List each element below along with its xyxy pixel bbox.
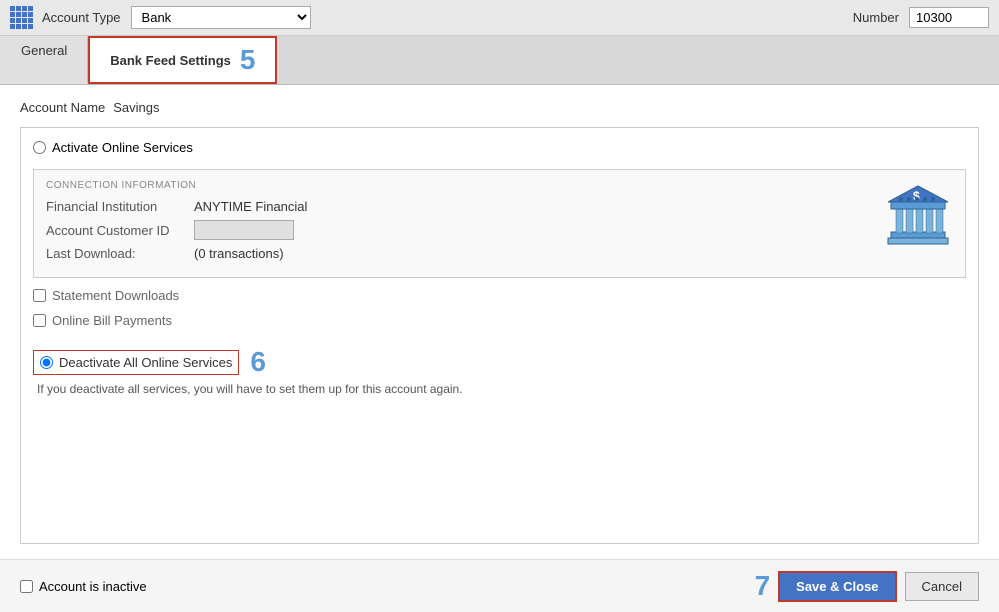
connection-info-left: CONNECTION INFORMATION Financial Institu… <box>46 180 883 267</box>
customer-id-input[interactable] <box>194 220 294 240</box>
account-inactive-label[interactable]: Account is inactive <box>39 579 147 594</box>
activate-radio-row: Activate Online Services <box>33 140 966 155</box>
number-input[interactable] <box>909 7 989 28</box>
customer-id-label: Account Customer ID <box>46 223 186 238</box>
activate-label[interactable]: Activate Online Services <box>52 140 193 155</box>
deactivate-radio-row: Deactivate All Online Services <box>33 350 239 375</box>
account-name-row: Account Name Savings <box>20 100 979 115</box>
last-download-label: Last Download: <box>46 246 186 261</box>
institution-value: ANYTIME Financial <box>194 199 307 214</box>
number-label: Number <box>853 10 899 25</box>
tabs-bar: General Bank Feed Settings 5 <box>0 36 999 85</box>
online-bill-payments-checkbox[interactable] <box>33 314 46 327</box>
title-bar: Account Type Bank Number <box>0 0 999 36</box>
financial-institution-row: Financial Institution ANYTIME Financial <box>46 199 883 214</box>
account-inactive-row: Account is inactive <box>20 579 745 594</box>
statement-downloads-checkbox[interactable] <box>33 289 46 302</box>
tab-bank-feed[interactable]: Bank Feed Settings 5 <box>88 36 277 84</box>
save-close-button[interactable]: Save & Close <box>778 571 896 602</box>
button-group: 7 Save & Close Cancel <box>755 570 979 602</box>
account-name-label: Account Name <box>20 100 105 115</box>
cancel-button[interactable]: Cancel <box>905 572 979 601</box>
account-inactive-checkbox[interactable] <box>20 580 33 593</box>
online-bill-payments-row: Online Bill Payments <box>33 313 966 328</box>
account-name-value: Savings <box>113 100 159 115</box>
bank-icon: $ <box>883 180 953 250</box>
connection-label: CONNECTION INFORMATION <box>46 180 883 191</box>
step-5-indicator: 5 <box>240 44 256 76</box>
bottom-bar: Account is inactive 7 Save & Close Cance… <box>0 559 999 612</box>
connection-info-box: CONNECTION INFORMATION Financial Institu… <box>33 169 966 278</box>
account-type-label: Account Type <box>42 10 121 25</box>
statement-downloads-label[interactable]: Statement Downloads <box>52 288 179 303</box>
app-icon <box>10 7 32 29</box>
tab-general[interactable]: General <box>0 36 88 84</box>
main-panel: Activate Online Services CONNECTION INFO… <box>20 127 979 544</box>
last-download-row: Last Download: (0 transactions) <box>46 246 883 261</box>
activate-radio[interactable] <box>33 141 46 154</box>
online-bill-payments-label[interactable]: Online Bill Payments <box>52 313 172 328</box>
main-window: Account Type Bank Number General Bank Fe… <box>0 0 999 612</box>
deactivate-radio[interactable] <box>40 356 53 369</box>
deactivate-label[interactable]: Deactivate All Online Services <box>59 355 232 370</box>
deactivate-section: Deactivate All Online Services 6 If you … <box>33 346 966 396</box>
last-download-value: (0 transactions) <box>194 246 284 261</box>
institution-label: Financial Institution <box>46 199 186 214</box>
deactivate-description: If you deactivate all services, you will… <box>37 382 966 396</box>
step-6-indicator: 6 <box>250 346 266 378</box>
statement-downloads-row: Statement Downloads <box>33 288 966 303</box>
step-7-indicator: 7 <box>755 570 771 602</box>
account-type-select[interactable]: Bank <box>131 6 311 29</box>
content-area: Account Name Savings Activate Online Ser… <box>0 85 999 559</box>
customer-id-row: Account Customer ID <box>46 220 883 240</box>
